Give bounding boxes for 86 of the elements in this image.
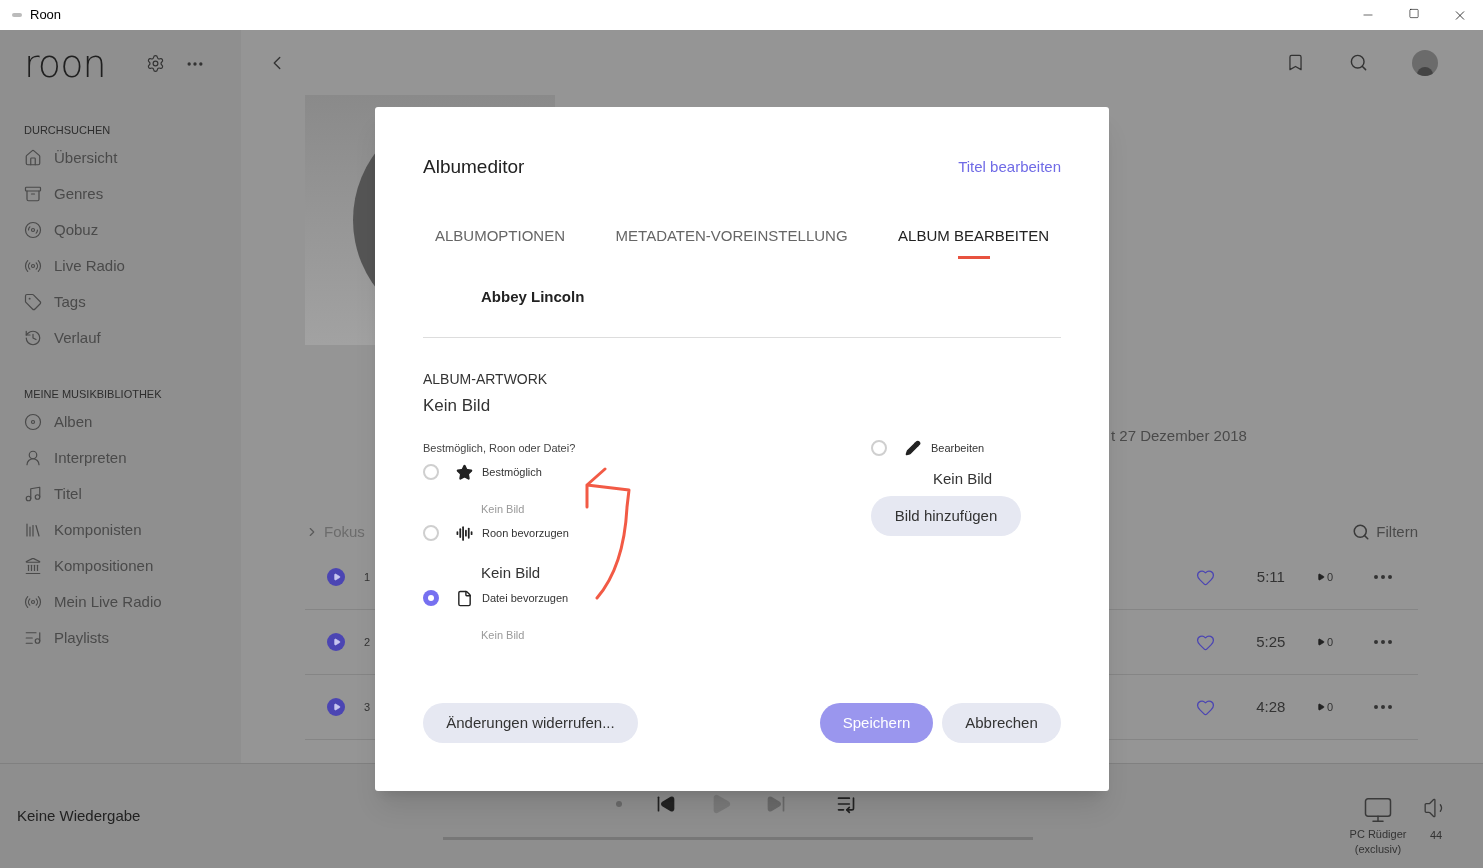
- file-icon: [456, 589, 473, 607]
- add-image-button[interactable]: Bild hinzufügen: [871, 496, 1021, 536]
- section-heading: MEINE MUSIKBIBLIOTHEK: [24, 387, 163, 402]
- question-text: Bestmöglich, Roon oder Datei?: [423, 441, 577, 455]
- sidebar-item[interactable]: Titel: [24, 476, 217, 512]
- sidebar-item[interactable]: Tags: [24, 284, 217, 320]
- tab[interactable]: METADATEN-VOREINSTELLUNG: [615, 226, 848, 259]
- filter-link[interactable]: Filtern: [1376, 520, 1418, 544]
- sidebar-item[interactable]: Komponisten: [24, 512, 217, 548]
- sidebar-item[interactable]: Playlists: [24, 620, 217, 656]
- dialog-title: Albumeditor: [423, 154, 525, 179]
- disc-icon: [24, 221, 42, 239]
- track-duration: 5:25: [1255, 631, 1287, 652]
- radio-button[interactable]: [423, 525, 439, 541]
- history-icon: [24, 329, 42, 347]
- house-icon: [24, 149, 42, 167]
- track-duration: 5:11: [1255, 566, 1286, 587]
- star-icon: [456, 463, 473, 481]
- play-count-icon: [1316, 703, 1325, 711]
- sidebar-item[interactable]: Kompositionen: [24, 548, 217, 584]
- preview-text: Kein Bild: [481, 502, 526, 516]
- track-number: 2: [364, 634, 371, 650]
- release-date: t 27 Dezember 2018: [1111, 426, 1248, 445]
- tag-icon: [24, 293, 42, 311]
- sidebar-item[interactable]: Verlauf: [24, 320, 217, 356]
- zone-name[interactable]: PC Rüdiger: [1349, 827, 1407, 842]
- section-heading: ALBUM-ARTWORK: [423, 371, 549, 387]
- artist-name: Abbey Lincoln: [481, 287, 586, 306]
- revert-button[interactable]: Änderungen widerrufen...: [423, 703, 638, 743]
- zone-mode: (exclusiv): [1354, 842, 1402, 857]
- sidebar-item[interactable]: Übersicht: [24, 140, 217, 176]
- logo: roon: [24, 44, 106, 83]
- radio-icon: [24, 257, 42, 275]
- library-icon: [24, 521, 42, 539]
- play-count: 0: [1326, 699, 1333, 715]
- sidebar-item[interactable]: Mein Live Radio: [24, 584, 217, 620]
- bookmark-icon[interactable]: [1286, 53, 1305, 72]
- option-label[interactable]: Datei bevorzugen: [482, 589, 569, 607]
- search-icon[interactable]: [1352, 523, 1371, 541]
- avatar[interactable]: [1412, 49, 1438, 76]
- play-icon[interactable]: [327, 568, 345, 586]
- radio-icon: [24, 593, 42, 611]
- disc-icon: [24, 413, 42, 431]
- play-count-icon: [1316, 638, 1325, 646]
- pencil-icon: [905, 440, 921, 456]
- box-icon: [24, 185, 42, 203]
- option-label[interactable]: Roon bevorzugen: [482, 524, 569, 542]
- heart-icon[interactable]: [1195, 697, 1215, 717]
- heart-icon[interactable]: [1195, 567, 1215, 587]
- radio-button[interactable]: [423, 590, 439, 606]
- section-heading: DURCHSUCHEN: [24, 123, 112, 138]
- music-note-icon: [24, 485, 42, 503]
- sidebar-item[interactable]: Genres: [24, 176, 217, 212]
- track-number: 3: [364, 699, 371, 715]
- sidebar-item[interactable]: Alben: [24, 404, 217, 440]
- sidebar-item[interactable]: Live Radio: [24, 248, 217, 284]
- track-number: 1: [364, 569, 371, 585]
- preview-text: Kein Bild: [481, 563, 542, 583]
- window-title: Roon: [30, 6, 62, 25]
- edit-titles-link[interactable]: Titel bearbeiten: [958, 155, 1061, 179]
- playlist-icon: [24, 629, 42, 647]
- preview-text: Kein Bild: [481, 628, 526, 642]
- option-label[interactable]: Bestmöglich: [482, 463, 542, 481]
- radio-button[interactable]: [423, 464, 439, 480]
- option-label[interactable]: Bearbeiten: [931, 439, 985, 457]
- sidebar-item[interactable]: Interpreten: [24, 440, 217, 476]
- track-duration: 4:28: [1255, 696, 1287, 717]
- volume-level: 44: [1429, 827, 1443, 843]
- play-count: 0: [1326, 569, 1333, 585]
- search-icon[interactable]: [1349, 53, 1368, 72]
- playback-status: Keine Wiedergabe: [17, 805, 142, 826]
- play-icon[interactable]: [327, 698, 345, 716]
- play-count: 0: [1326, 634, 1333, 650]
- preview-text: Kein Bild: [933, 469, 994, 489]
- settings-icon[interactable]: [145, 54, 165, 73]
- play-icon[interactable]: [327, 633, 345, 651]
- current-artwork: Kein Bild: [423, 395, 492, 417]
- tab[interactable]: ALBUMOPTIONEN: [435, 226, 566, 259]
- play-count-icon: [1316, 573, 1325, 581]
- heart-icon[interactable]: [1195, 632, 1215, 652]
- tab[interactable]: ALBUM BEARBEITEN: [898, 226, 1049, 259]
- building-icon: [24, 557, 42, 575]
- cancel-button[interactable]: Abbrechen: [942, 703, 1061, 743]
- radio-button[interactable]: [871, 440, 887, 456]
- person-icon: [24, 449, 42, 467]
- sidebar-item[interactable]: Qobuz: [24, 212, 217, 248]
